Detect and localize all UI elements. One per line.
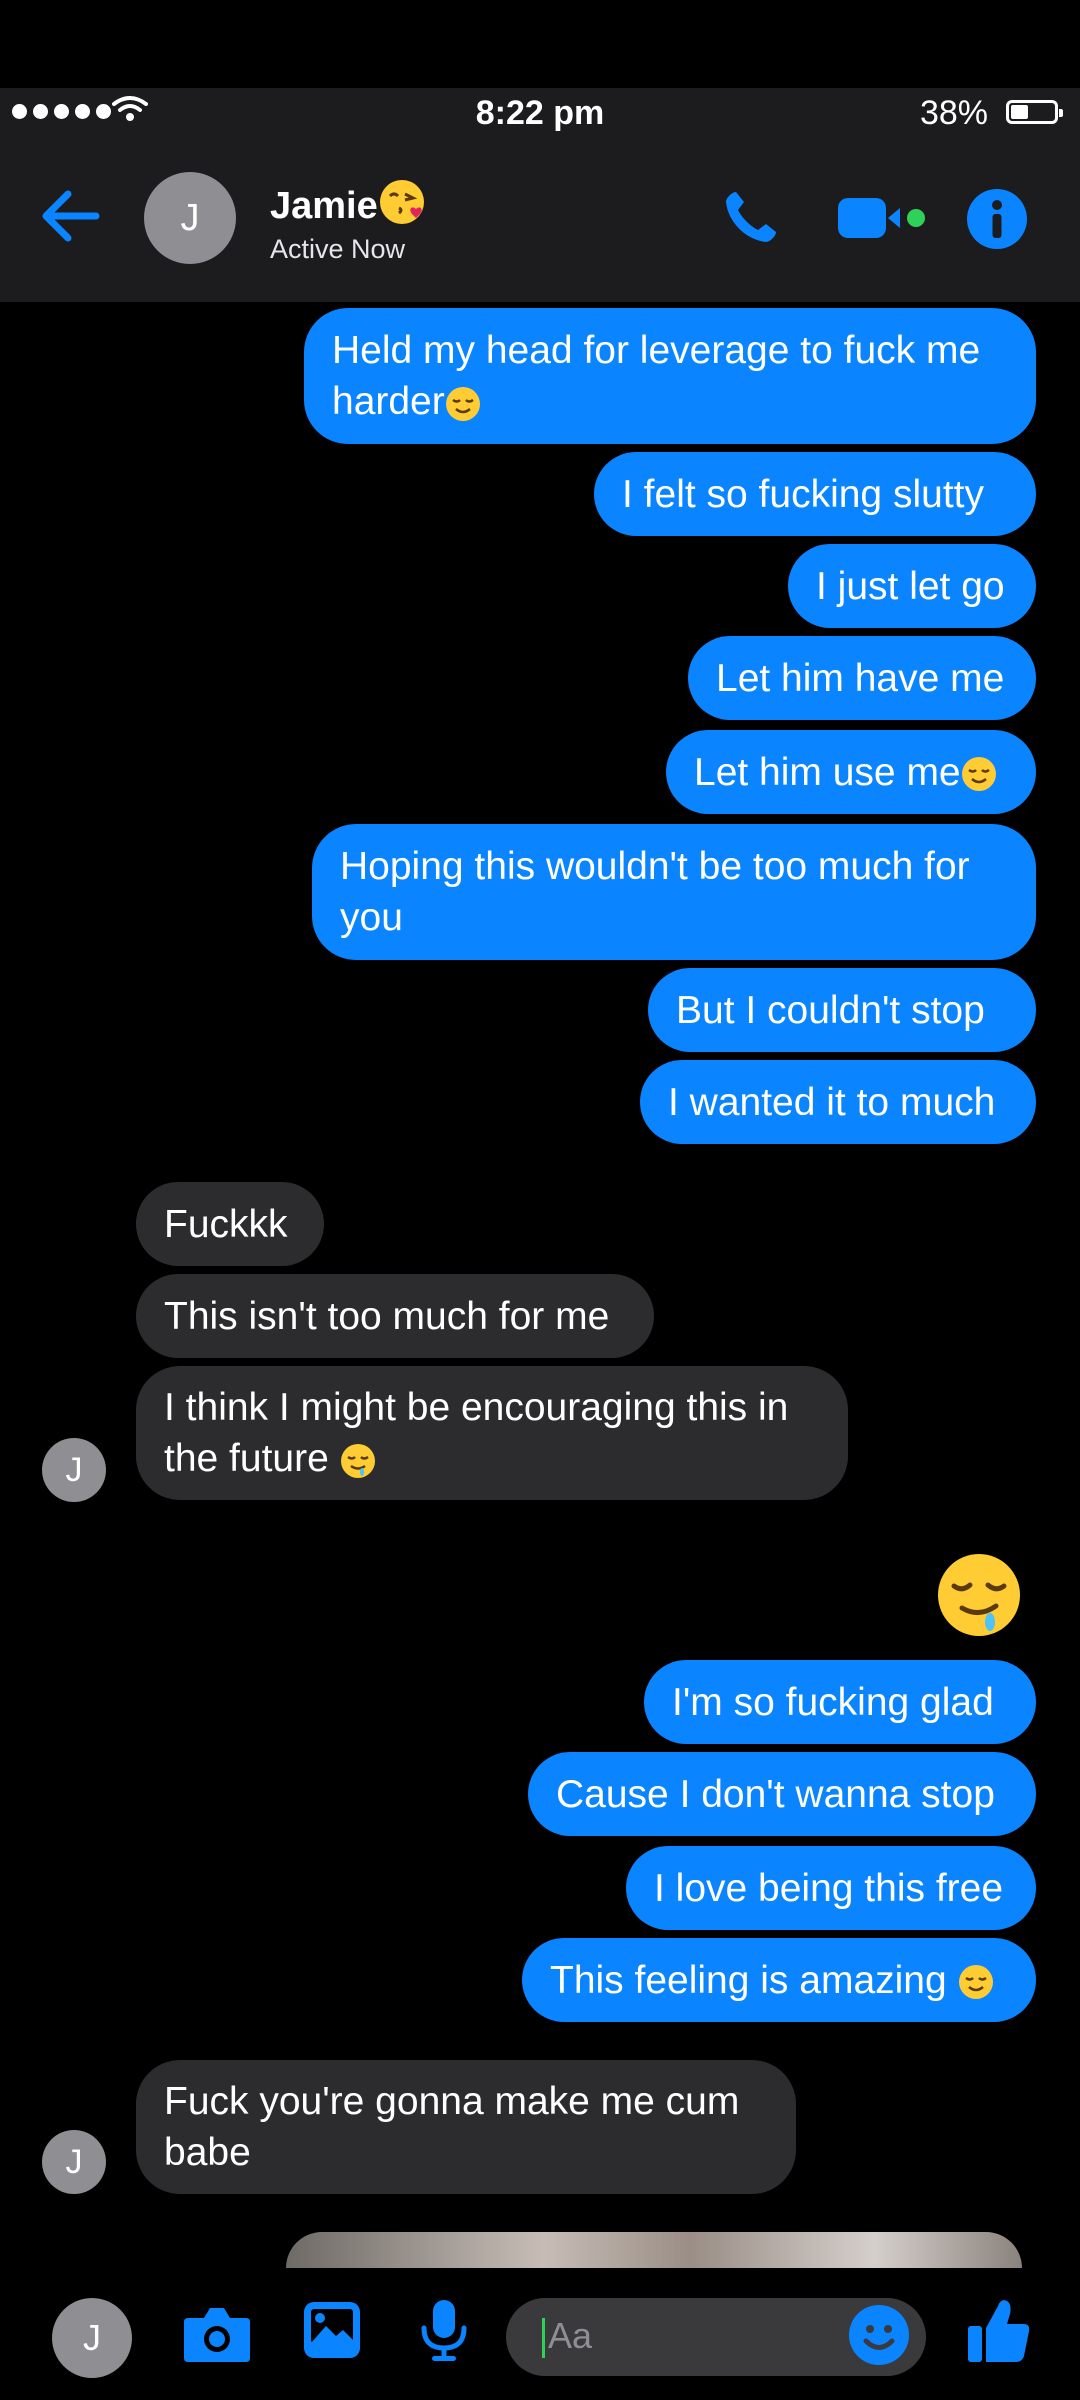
message-text: Let him have me: [716, 656, 1005, 700]
message-bubble-outgoing[interactable]: Held my head for leverage to fuck me har…: [304, 308, 1036, 444]
contact-avatar[interactable]: J: [144, 172, 236, 264]
info-icon[interactable]: [966, 188, 1028, 250]
contact-avatar-small[interactable]: J: [42, 2130, 106, 2194]
message-text: Fuck you're gonna make me cum babe: [164, 2080, 740, 2174]
contact-name-text: Jamie: [270, 185, 378, 227]
message-text: Hoping this wouldn't be too much for you: [340, 845, 970, 939]
kiss-emoji-icon: [379, 180, 424, 224]
message-text: I think I might be encouraging this in t…: [164, 1386, 789, 1480]
status-time: 8:22 pm: [475, 94, 605, 132]
message-bubble-outgoing[interactable]: I felt so fucking slutty: [594, 452, 1036, 536]
battery-percentage: 38%: [919, 94, 988, 132]
message-bubble-outgoing[interactable]: I love being this free: [626, 1846, 1036, 1930]
message-text: Cause I don't wanna stop: [556, 1772, 995, 1816]
message-bubble-incoming[interactable]: Fuck you're gonna make me cum babe: [136, 2060, 796, 2194]
message-bubble-outgoing[interactable]: I'm so fucking glad: [644, 1660, 1036, 1744]
drooling-face-emoji-icon: [340, 1443, 375, 1478]
message-text: Let him use me: [694, 747, 997, 798]
message-text: This isn't too much for me: [164, 1294, 610, 1338]
message-text: I wanted it to much: [668, 1080, 996, 1124]
message-text: This feeling is amazing: [550, 1955, 994, 2006]
top-strip: [0, 0, 1080, 88]
message-bubble-incoming[interactable]: This isn't too much for me: [136, 1274, 654, 1358]
thumbs-up-icon[interactable]: [966, 2296, 1032, 2366]
drooling-face-emoji-icon[interactable]: [936, 1552, 1022, 1638]
message-text: I felt so fucking slutty: [622, 472, 984, 516]
back-arrow-icon[interactable]: [40, 186, 102, 246]
message-bubble-outgoing[interactable]: Let him use me: [666, 730, 1036, 814]
photo-gallery-icon[interactable]: [302, 2300, 362, 2360]
message-text: I just let go: [816, 564, 1005, 608]
message-bubble-outgoing[interactable]: This feeling is amazing: [522, 1938, 1036, 2022]
message-bubble-outgoing[interactable]: I just let go: [788, 544, 1036, 628]
relieved-face-emoji-icon: [958, 1965, 993, 2000]
message-text: Held my head for leverage to fuck me har…: [332, 329, 981, 423]
message-bubble-incoming[interactable]: Fuckkk: [136, 1182, 324, 1266]
message-text: But I couldn't stop: [676, 988, 985, 1032]
composer-avatar[interactable]: J: [52, 2298, 132, 2378]
microphone-icon[interactable]: [418, 2298, 470, 2364]
contact-name[interactable]: Jamie: [270, 178, 426, 228]
contact-avatar-small[interactable]: J: [42, 1438, 106, 1502]
text-cursor: [542, 2318, 545, 2358]
video-call-icon[interactable]: [836, 196, 928, 240]
status-bar: 8:22 pm 38%: [0, 88, 1080, 140]
active-status: Active Now: [270, 234, 406, 264]
message-text: I love being this free: [654, 1866, 1004, 1910]
message-bubble-outgoing[interactable]: I wanted it to much: [640, 1060, 1036, 1144]
message-bubble-incoming[interactable]: I think I might be encouraging this in t…: [136, 1366, 848, 1500]
phone-call-icon[interactable]: [722, 188, 780, 246]
battery-icon: [1006, 100, 1063, 124]
message-bubble-outgoing[interactable]: But I couldn't stop: [648, 968, 1036, 1052]
message-bubble-outgoing[interactable]: Cause I don't wanna stop: [528, 1752, 1036, 1836]
message-text: Fuckkk: [164, 1202, 288, 1246]
relieved-face-emoji-icon: [961, 757, 996, 792]
message-text: I'm so fucking glad: [672, 1680, 994, 1724]
relieved-face-emoji-icon: [445, 386, 480, 421]
message-input-placeholder: Aa: [548, 2315, 593, 2356]
message-bubble-outgoing[interactable]: Hoping this wouldn't be too much for you: [312, 824, 1036, 960]
emoji-smiley-icon[interactable]: [848, 2304, 910, 2366]
photo-attachment[interactable]: [286, 2232, 1022, 2268]
message-bubble-outgoing[interactable]: Let him have me: [688, 636, 1036, 720]
camera-icon[interactable]: [182, 2304, 252, 2364]
